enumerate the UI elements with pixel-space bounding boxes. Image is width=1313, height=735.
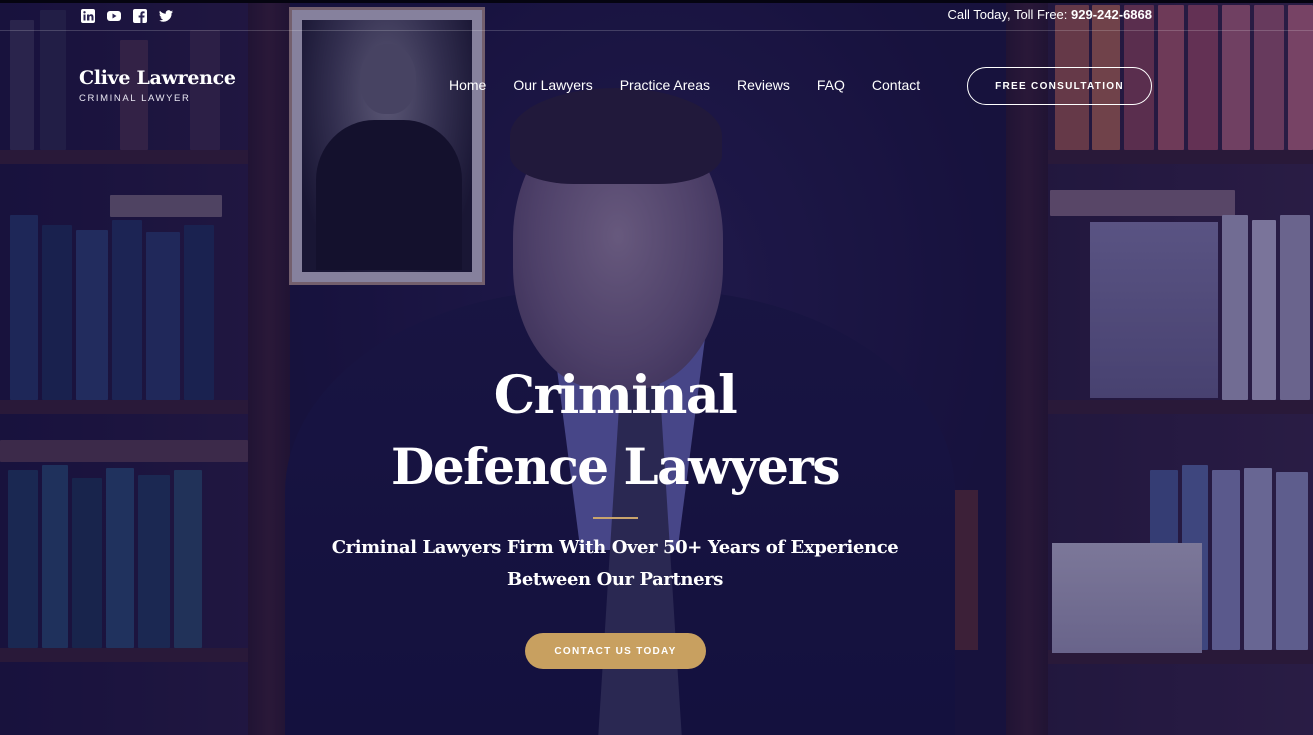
- title-divider: [593, 517, 638, 519]
- main-navigation: Home Our Lawyers Practice Areas Reviews …: [449, 77, 920, 93]
- twitter-icon[interactable]: [158, 8, 174, 24]
- hero-subtitle-line-1: Criminal Lawyers Firm With Over 50+ Year…: [331, 537, 899, 558]
- youtube-icon[interactable]: [106, 8, 122, 24]
- nav-item-reviews[interactable]: Reviews: [737, 77, 790, 93]
- site-logo[interactable]: Clive Lawrence CRIMINAL LAWYER: [79, 67, 236, 104]
- call-label: Call Today, Toll Free:: [947, 7, 1068, 22]
- nav-item-contact[interactable]: Contact: [872, 77, 920, 93]
- brand-name: Clive Lawrence: [79, 67, 236, 89]
- contact-us-today-button[interactable]: CONTACT US TODAY: [525, 633, 706, 669]
- nav-item-home[interactable]: Home: [449, 77, 486, 93]
- hero-subtitle-line-2: Between Our Partners: [507, 569, 723, 590]
- linkedin-icon[interactable]: [80, 8, 96, 24]
- phone-number-link[interactable]: 929-242-6868: [1071, 7, 1152, 22]
- nav-item-practice-areas[interactable]: Practice Areas: [620, 77, 710, 93]
- nav-item-our-lawyers[interactable]: Our Lawyers: [513, 77, 592, 93]
- free-consultation-button[interactable]: FREE CONSULTATION: [967, 67, 1152, 105]
- top-bar: Call Today, Toll Free: 929-242-6868: [0, 0, 1313, 31]
- social-links: [80, 8, 174, 24]
- brand-tagline: CRIMINAL LAWYER: [79, 93, 191, 104]
- hero-section: Call Today, Toll Free: 929-242-6868 Cliv…: [0, 0, 1313, 735]
- nav-item-faq[interactable]: FAQ: [817, 77, 845, 93]
- call-today-text: Call Today, Toll Free: 929-242-6868: [947, 7, 1152, 22]
- facebook-icon[interactable]: [132, 8, 148, 24]
- hero-title-line-2: Defence Lawyers: [391, 437, 840, 496]
- hero-title-line-1: Criminal: [493, 365, 738, 426]
